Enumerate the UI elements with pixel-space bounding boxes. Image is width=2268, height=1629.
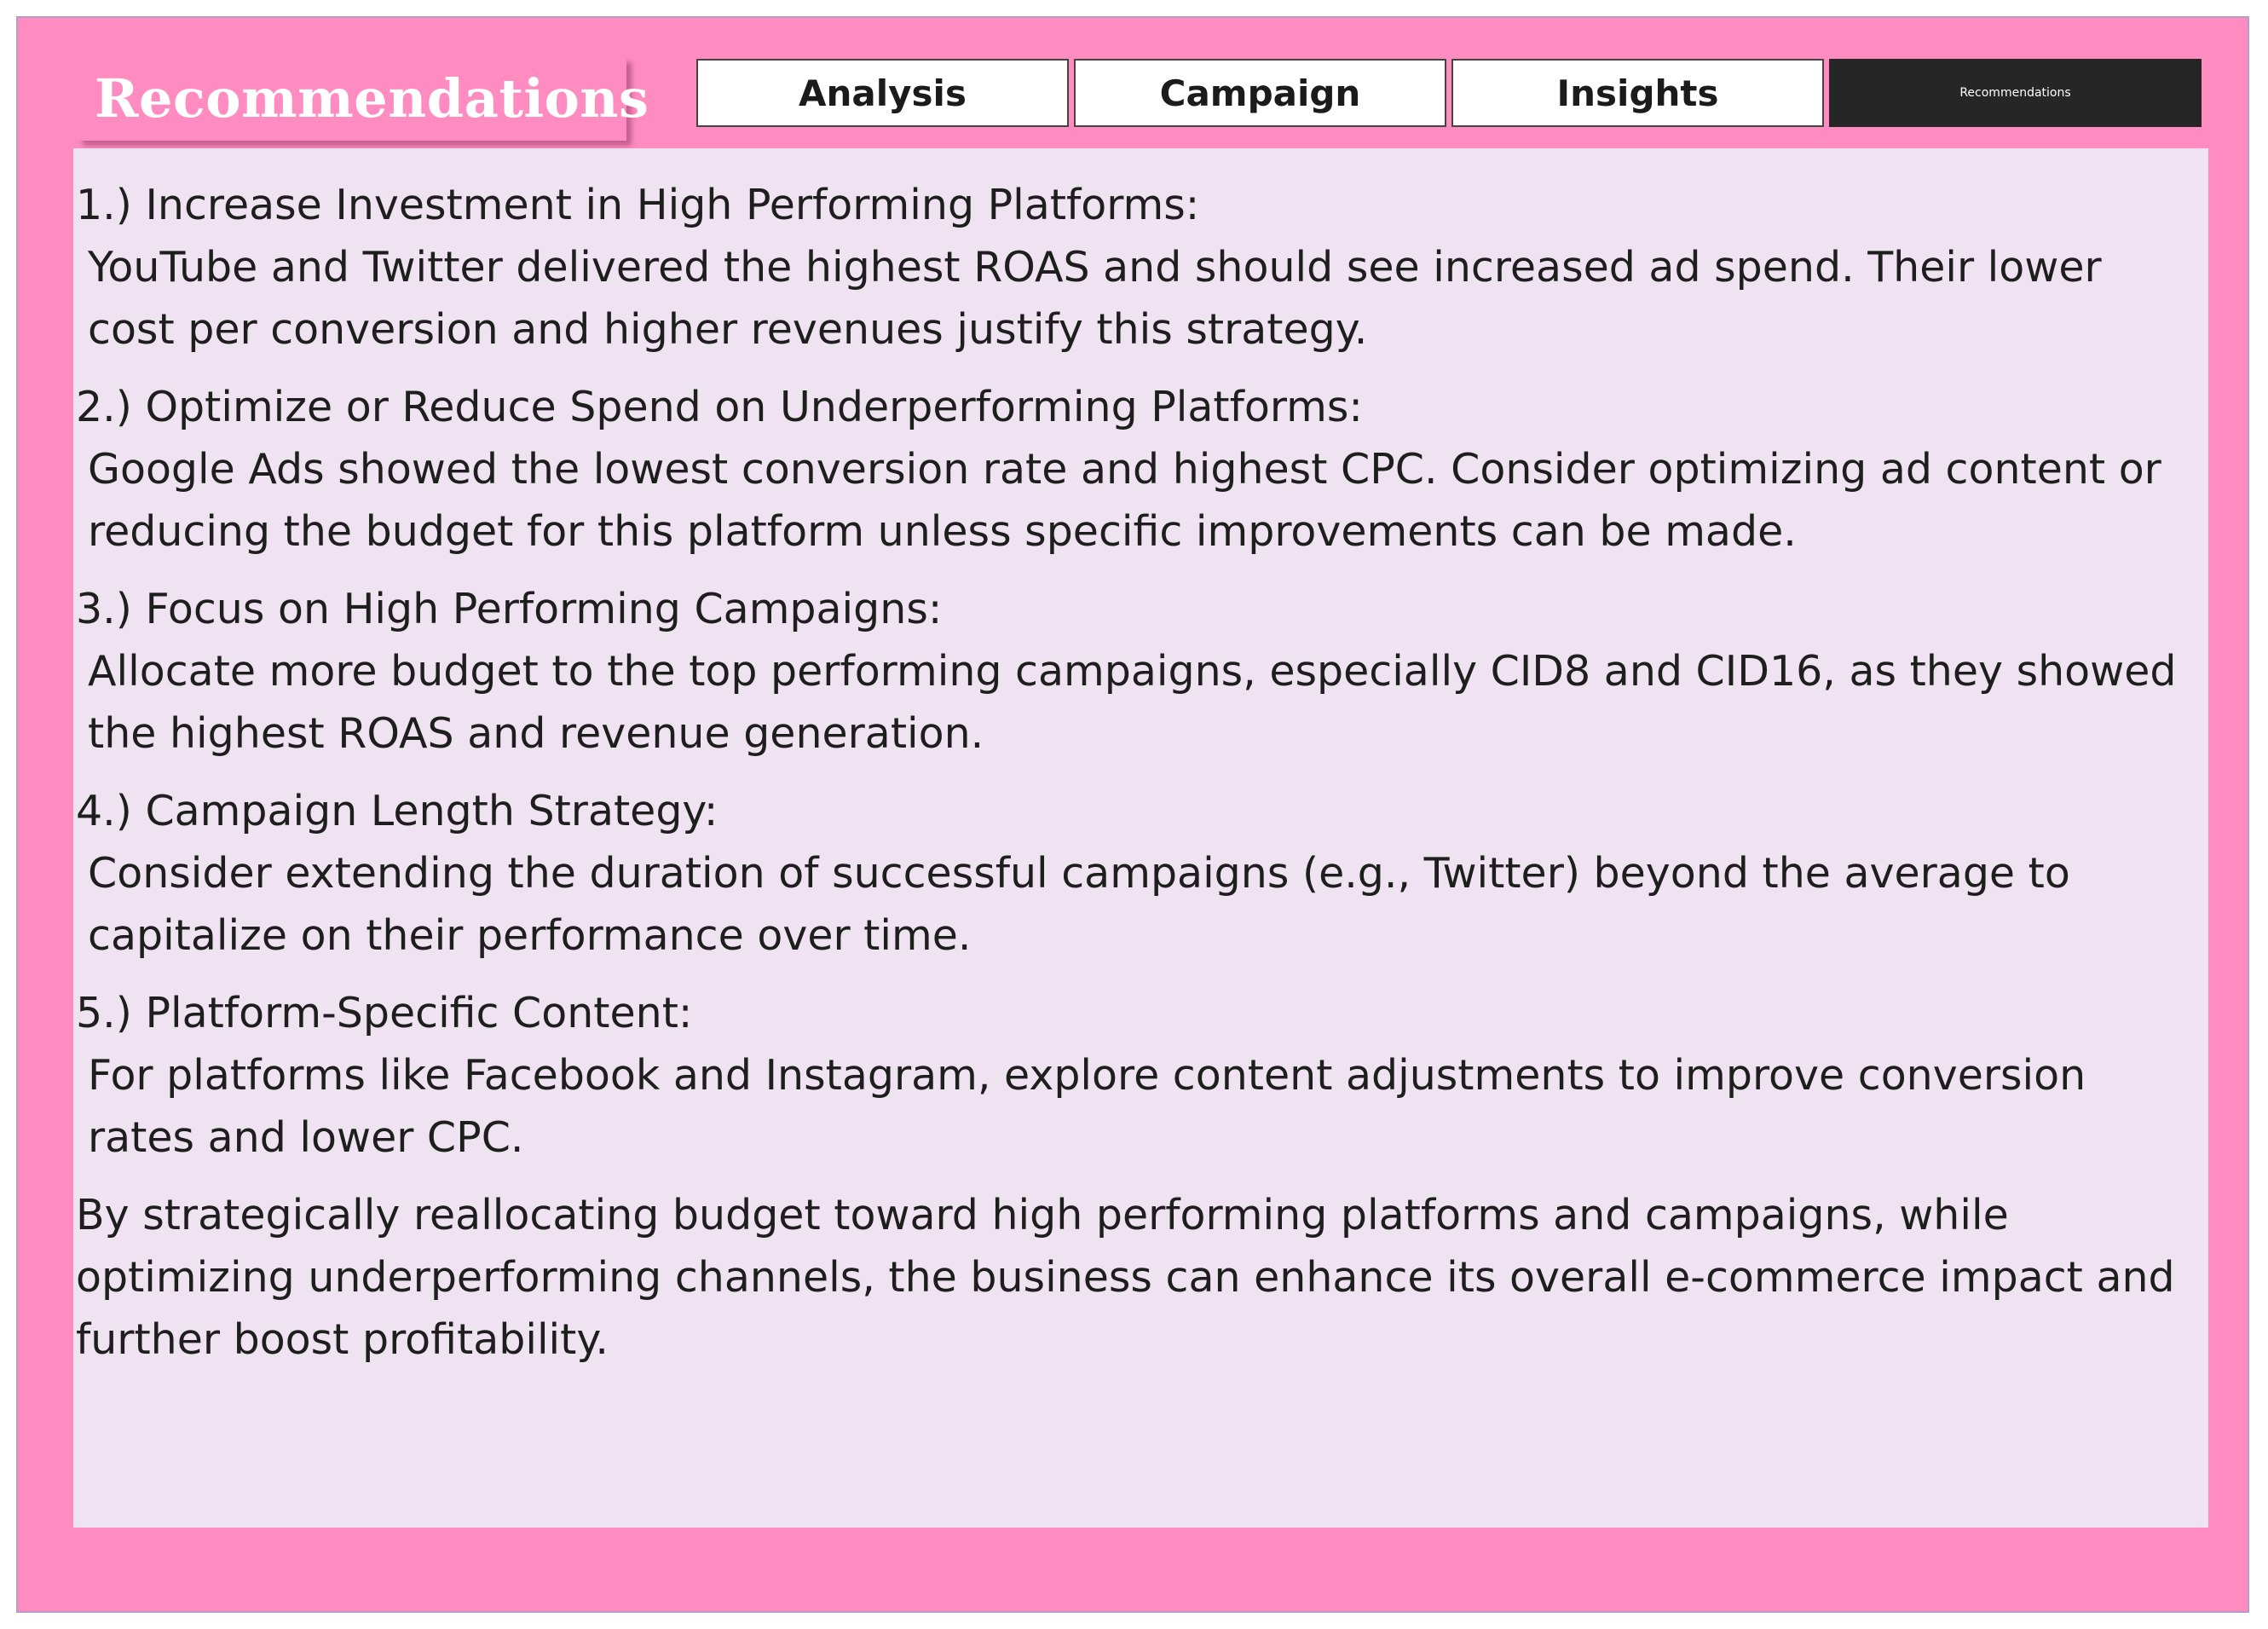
recommendation-body: Google Ads showed the lowest conversion … (88, 445, 2161, 556)
recommendation-item: 1.) Increase Investment in High Performi… (76, 174, 2208, 361)
recommendation-item: 3.) Focus on High Performing Campaigns: … (76, 578, 2208, 765)
recommendation-body: YouTube and Twitter delivered the highes… (88, 243, 2102, 354)
tab-analysis[interactable]: Analysis (696, 59, 1069, 127)
recommendation-heading: 2.) Optimize or Reduce Spend on Underper… (76, 383, 1363, 431)
recommendation-body: Allocate more budget to the top performi… (88, 647, 2177, 758)
tab-insights[interactable]: Insights (1451, 59, 1824, 127)
navigation-tabs: Analysis Campaign Insights Recommendatio… (696, 59, 2202, 127)
recommendation-item: 4.) Campaign Length Strategy: Consider e… (76, 780, 2208, 967)
recommendation-item: 2.) Optimize or Reduce Spend on Underper… (76, 376, 2208, 563)
page-title-box: Recommendations (78, 57, 649, 141)
page-title: Recommendations (95, 67, 649, 130)
recommendations-panel: 1.) Increase Investment in High Performi… (73, 148, 2208, 1528)
recommendation-heading: 4.) Campaign Length Strategy: (76, 787, 718, 835)
recommendation-heading: 5.) Platform-Specific Content: (76, 989, 693, 1037)
tab-recommendations[interactable]: Recommendations (1829, 59, 2202, 127)
tab-campaign[interactable]: Campaign (1074, 59, 1446, 127)
recommendation-body: Consider extending the duration of succe… (88, 849, 2070, 960)
recommendation-heading: 3.) Focus on High Performing Campaigns: (76, 585, 943, 633)
conclusion-text: By strategically reallocating budget tow… (76, 1191, 2175, 1364)
dashboard-page: Recommendations Analysis Campaign Insigh… (16, 16, 2249, 1613)
recommendation-item: 5.) Platform-Specific Content: For platf… (76, 982, 2208, 1169)
recommendation-body: For platforms like Facebook and Instagra… (88, 1051, 2086, 1162)
recommendation-heading: 1.) Increase Investment in High Performi… (76, 181, 1200, 229)
